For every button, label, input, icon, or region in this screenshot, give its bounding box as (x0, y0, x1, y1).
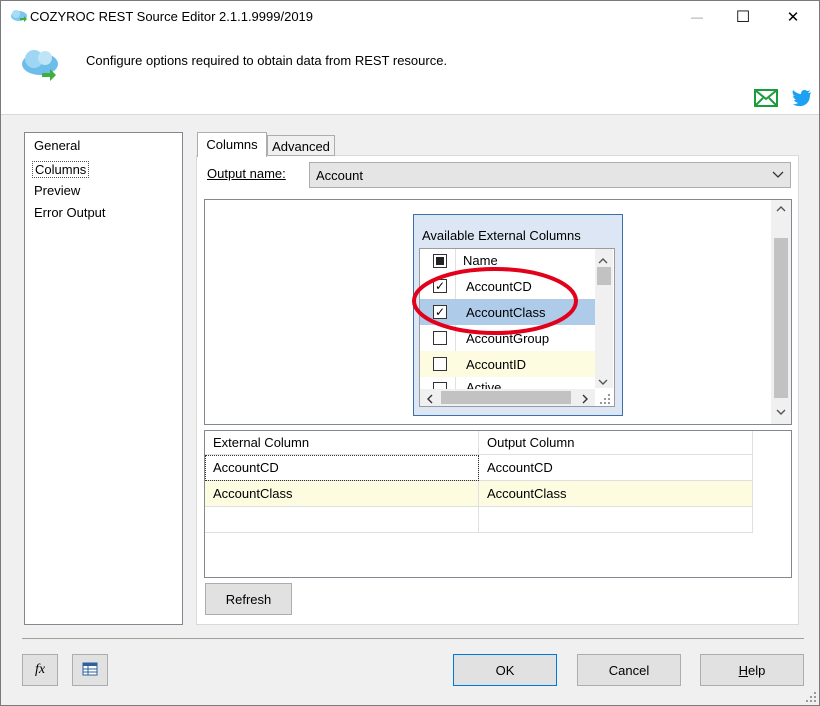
list-hscroll-thumb[interactable] (441, 391, 571, 404)
resize-grip-icon (599, 393, 611, 405)
minimize-button[interactable]: — (674, 1, 720, 33)
twitter-icon[interactable] (792, 89, 812, 107)
email-icon[interactable] (754, 89, 778, 107)
footer-separator (22, 638, 804, 639)
help-button[interactable]: Help (700, 654, 804, 686)
list-item-label: AccountID (466, 357, 526, 372)
scroll-down-icon[interactable] (771, 408, 791, 419)
mapping-cell-external[interactable]: AccountCD (205, 455, 479, 481)
refresh-button[interactable]: Refresh (205, 583, 292, 615)
list-scroll-thumb[interactable] (597, 267, 611, 285)
tab-advanced[interactable]: Advanced (267, 135, 335, 156)
tab-columns[interactable]: Columns (197, 132, 267, 157)
red-annotation-ellipse (411, 266, 579, 336)
mapping-cell-external[interactable]: AccountClass (205, 481, 479, 507)
nav-item-preview[interactable]: Preview (34, 183, 80, 198)
nav-item-error-output[interactable]: Error Output (34, 205, 106, 220)
list-scroll-down-icon[interactable] (598, 374, 608, 389)
row-checkbox[interactable] (433, 382, 447, 389)
mapping-cell-output[interactable]: AccountClass (479, 481, 753, 507)
output-name-label: Output name: (207, 166, 286, 181)
mapping-cell-empty[interactable] (205, 507, 479, 533)
available-columns-title: Available External Columns (422, 228, 581, 243)
header-external-column[interactable]: External Column (205, 431, 479, 455)
diagram-scroll-thumb[interactable] (774, 238, 788, 398)
output-name-select[interactable]: Account (309, 162, 791, 188)
maximize-icon: ☐ (735, 9, 751, 26)
close-button[interactable]: ✕ (770, 1, 816, 33)
properties-grid-icon (82, 662, 98, 679)
window-resize-grip-icon[interactable] (805, 691, 817, 703)
mapping-cell-output[interactable]: AccountCD (479, 455, 753, 481)
output-name-label-text: Output name: (207, 166, 286, 181)
list-item-partial[interactable]: Active (420, 377, 595, 389)
chevron-down-icon (772, 168, 784, 183)
expression-button[interactable]: fx (22, 654, 58, 686)
mapping-cell-empty[interactable] (479, 507, 753, 533)
list-scroll-right-icon[interactable] (581, 392, 589, 407)
help-button-label: Help (738, 662, 766, 678)
nav-item-general[interactable]: General (34, 138, 80, 153)
cloud-icon (20, 46, 60, 84)
cancel-button[interactable]: Cancel (577, 654, 681, 686)
minimize-icon: — (691, 10, 703, 24)
list-scroll-up-icon[interactable] (598, 253, 608, 268)
ok-button[interactable]: OK (453, 654, 557, 686)
properties-button[interactable] (72, 654, 108, 686)
scroll-up-icon[interactable] (771, 205, 791, 216)
maximize-button[interactable]: ☐ (720, 1, 766, 33)
output-name-value: Account (316, 168, 363, 183)
nav-item-columns[interactable]: Columns (32, 161, 90, 178)
app-cloud-icon (10, 9, 28, 23)
fx-icon: fx (34, 662, 46, 677)
window-title: COZYROC REST Source Editor 2.1.1.9999/20… (30, 9, 314, 24)
header-description: Configure options required to obtain dat… (86, 53, 448, 68)
header-output-column[interactable]: Output Column (479, 431, 753, 455)
row-checkbox[interactable] (433, 357, 447, 371)
header-banner (1, 33, 819, 115)
list-item-label: Active (466, 380, 502, 389)
list-scroll-left-icon[interactable] (426, 392, 434, 407)
close-icon: ✕ (786, 9, 800, 26)
